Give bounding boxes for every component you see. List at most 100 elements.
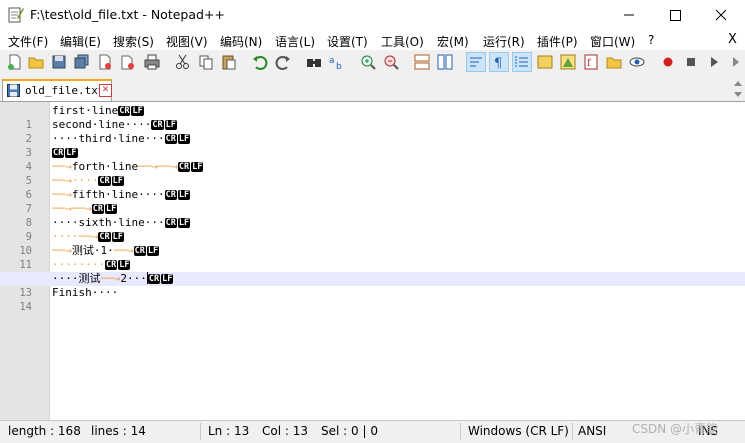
- close-file-icon[interactable]: [96, 53, 114, 71]
- tab-bar: old_file.txt ✕: [0, 77, 745, 102]
- cr-marker: CR: [147, 274, 161, 284]
- window-title: F:\test\old_file.txt - Notepad++: [30, 7, 225, 22]
- menu-window[interactable]: 窗口(W): [590, 33, 635, 50]
- find-icon[interactable]: [305, 53, 323, 71]
- editor-lines: 1 first·lineCR LF 2 second·line····CR LF 3…: [0, 104, 745, 313]
- playback-macro-icon[interactable]: [705, 53, 723, 71]
- lf-marker: LF: [177, 134, 191, 144]
- function-list-icon[interactable]: f: [582, 53, 600, 71]
- lf-marker: LF: [161, 274, 174, 284]
- menu-help[interactable]: ?: [648, 33, 654, 47]
- tab-arrow: ──→: [71, 202, 92, 215]
- menu-edit[interactable]: 编辑(E): [60, 33, 101, 50]
- status-divider: [200, 423, 201, 440]
- cr-marker: CR: [164, 190, 177, 200]
- cr-marker: CR: [133, 246, 146, 256]
- status-line-number: Ln : 13: [208, 424, 250, 438]
- status-eol-format[interactable]: Windows (CR LF): [468, 424, 569, 438]
- svg-text:¶: ¶: [494, 56, 502, 71]
- menu-encoding[interactable]: 编码(N): [220, 33, 262, 50]
- editor-line-current[interactable]: 13 ····测试──→2··· CR LF: [0, 272, 745, 299]
- cr-marker: CR: [98, 176, 111, 186]
- editor-line[interactable]: 11 ──→测试·1·──→CR LF: [0, 244, 745, 271]
- save-icon[interactable]: [50, 53, 68, 71]
- editor-line[interactable]: 5 ──→forth·line──→──→CR LF: [0, 160, 745, 187]
- document-map-icon[interactable]: [559, 53, 577, 71]
- editor-line[interactable]: 7 ──→fifth·line····CR LF: [0, 188, 745, 215]
- editor-line[interactable]: 10 ····──→CR LF: [0, 230, 745, 257]
- menu-view[interactable]: 视图(V): [166, 33, 208, 50]
- line-number: 14: [19, 301, 32, 313]
- tab-arrow: ──→: [113, 244, 134, 257]
- menu-language[interactable]: 语言(L): [275, 33, 315, 50]
- editor-line[interactable]: 8 ──→──→CR LF: [0, 202, 745, 229]
- monitoring-icon[interactable]: [628, 53, 646, 71]
- save-all-icon[interactable]: [73, 53, 91, 71]
- editor-line[interactable]: 6 ──→····CR LF: [0, 174, 745, 201]
- tab-arrow: ──→: [52, 174, 72, 187]
- cr-marker: CR: [52, 148, 65, 158]
- line-text: second·line····: [52, 118, 152, 131]
- menu-plugins[interactable]: 插件(P): [537, 33, 578, 50]
- editor-line[interactable]: 1 first·lineCR LF: [0, 104, 745, 131]
- indent-guide-icon[interactable]: [512, 52, 532, 72]
- zoom-out-icon[interactable]: [382, 53, 400, 71]
- tab-arrow: ──→: [52, 202, 72, 215]
- open-file-icon[interactable]: [27, 53, 45, 71]
- stop-recording-icon[interactable]: [682, 53, 700, 71]
- svg-text:a: a: [329, 56, 335, 66]
- line-text: 2···: [120, 272, 147, 285]
- menu-bar: 文件(F) 编辑(E) 搜索(S) 视图(V) 编码(N) 语言(L) 设置(T…: [0, 30, 745, 50]
- editor-line[interactable]: 12 ········CRLF: [0, 258, 745, 285]
- menu-tools[interactable]: 工具(O): [381, 33, 424, 50]
- menu-macro[interactable]: 宏(M): [437, 33, 469, 50]
- tab-scroll-arrows[interactable]: [733, 79, 743, 99]
- lf-marker: LF: [177, 190, 191, 200]
- maximize-button[interactable]: [652, 0, 698, 30]
- user-defined-language-icon[interactable]: [536, 53, 554, 71]
- lf-marker: LF: [146, 246, 160, 256]
- close-window-button[interactable]: [698, 0, 744, 30]
- menu-settings[interactable]: 设置(T): [327, 33, 368, 50]
- editor-line[interactable]: 4 CR LF: [0, 146, 745, 173]
- lf-marker: LF: [65, 148, 78, 158]
- undo-icon[interactable]: [251, 53, 269, 71]
- show-all-characters-icon[interactable]: ¶: [489, 52, 509, 72]
- editor-line[interactable]: 14 Finish····: [0, 286, 745, 313]
- tab-old-file[interactable]: old_file.txt ✕: [2, 79, 112, 101]
- line-text: first·line: [52, 104, 119, 117]
- toolbar-overflow-icon[interactable]: [727, 53, 745, 71]
- sync-horizontal-icon[interactable]: [436, 53, 454, 71]
- sync-vertical-icon[interactable]: [413, 53, 431, 71]
- whitespace-dots: ········: [52, 258, 105, 271]
- zoom-in-icon[interactable]: [359, 53, 377, 71]
- close-document-button[interactable]: X: [728, 32, 737, 47]
- close-all-icon[interactable]: [119, 53, 137, 71]
- redo-icon[interactable]: [274, 53, 292, 71]
- cr-marker: CR: [118, 106, 131, 116]
- line-text: fifth·line····: [71, 188, 165, 201]
- editor-line[interactable]: 2 second·line····CR LF: [0, 118, 745, 145]
- print-icon[interactable]: [143, 53, 161, 71]
- folder-as-workspace-icon[interactable]: [605, 53, 623, 71]
- text-editor[interactable]: 1 first·lineCR LF 2 second·line····CR LF 3…: [0, 102, 745, 420]
- new-file-icon[interactable]: [6, 53, 24, 71]
- tab-close-button[interactable]: ✕: [99, 84, 112, 97]
- status-encoding[interactable]: ANSI: [578, 424, 606, 438]
- replace-icon[interactable]: ab: [328, 53, 346, 71]
- menu-run[interactable]: 运行(R): [483, 33, 525, 50]
- word-wrap-icon[interactable]: [466, 52, 486, 72]
- copy-icon[interactable]: [197, 53, 215, 71]
- paste-icon[interactable]: [220, 53, 238, 71]
- editor-line[interactable]: 3 ····third·line···CR LF: [0, 132, 745, 159]
- lf-marker: LF: [131, 106, 144, 116]
- minimize-button[interactable]: [606, 0, 652, 30]
- line-text: ·1·: [93, 244, 114, 257]
- cut-icon[interactable]: [174, 53, 192, 71]
- record-macro-icon[interactable]: [659, 53, 677, 71]
- menu-file[interactable]: 文件(F): [8, 33, 48, 50]
- toolbar: ab ¶ f: [0, 50, 745, 76]
- lf-marker: LF: [105, 204, 118, 214]
- menu-search[interactable]: 搜索(S): [113, 33, 154, 50]
- editor-line[interactable]: 9 ····sixth·line···CR LF: [0, 216, 745, 243]
